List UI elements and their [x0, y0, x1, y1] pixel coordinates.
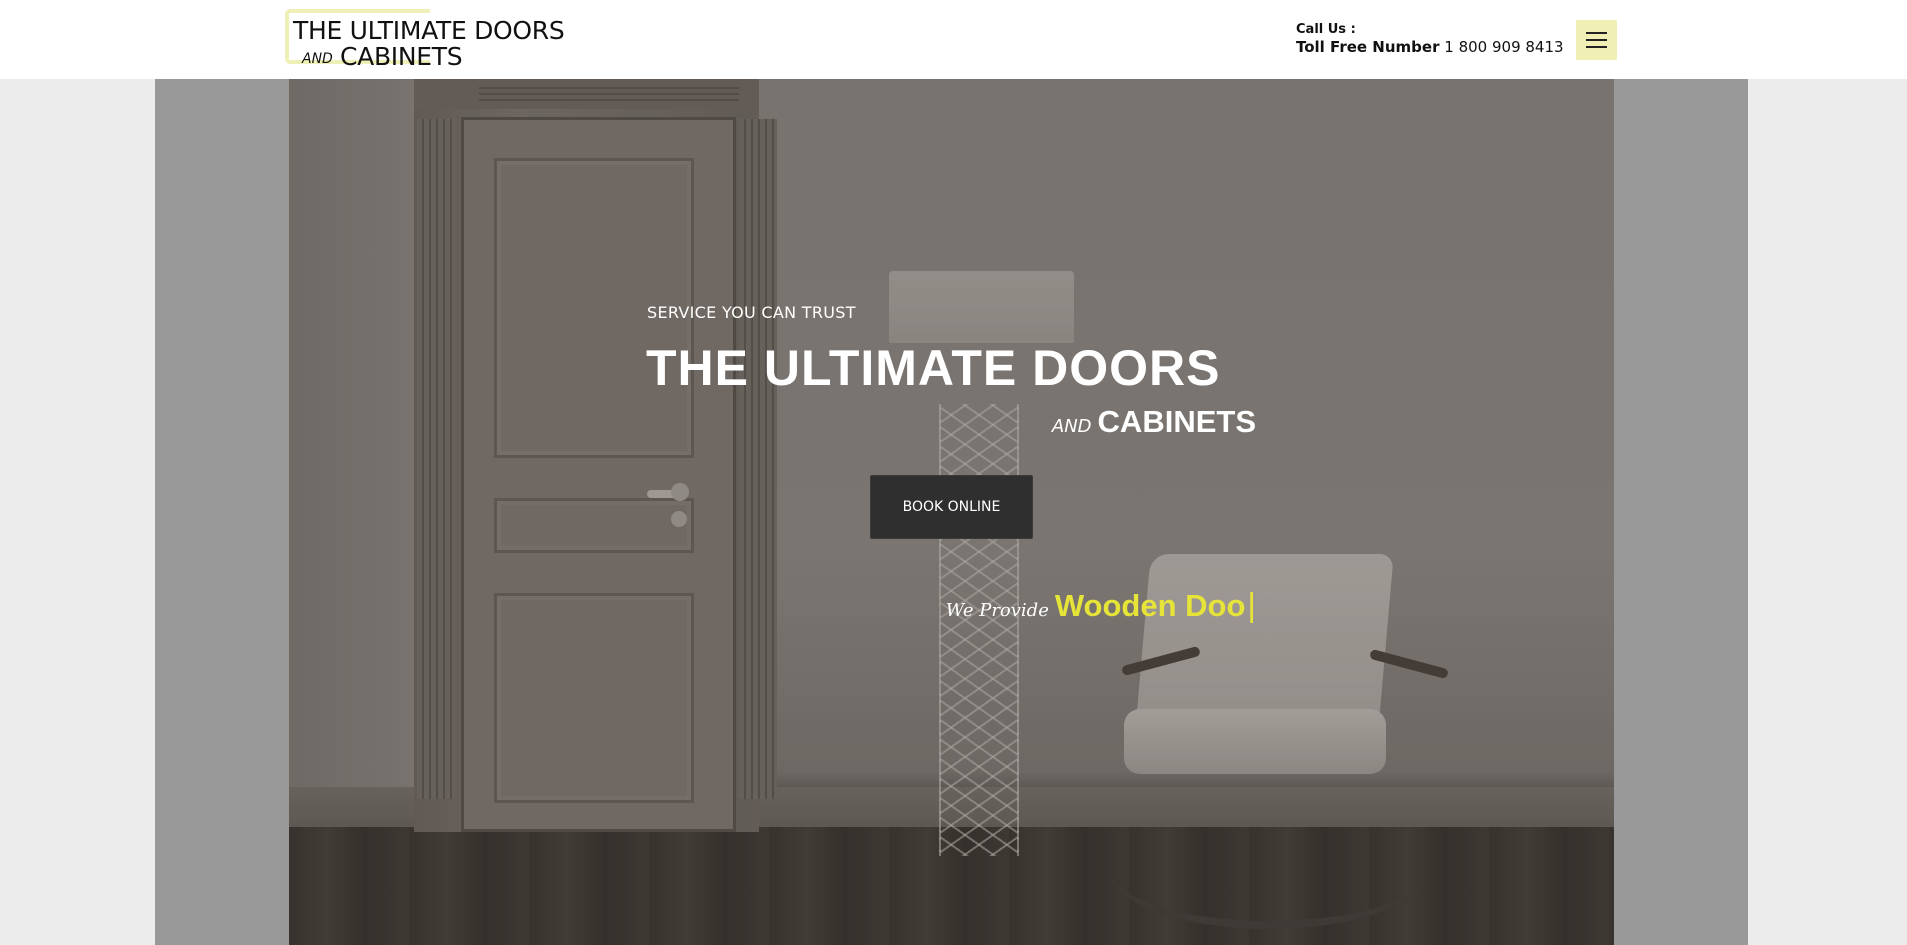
toll-free-label: Toll Free Number	[1296, 38, 1440, 56]
site-header: THE ULTIMATE DOORS AND CABINETS Call Us …	[0, 0, 1907, 79]
typed-word: Wooden Doo	[1054, 588, 1246, 623]
hero-subtitle-and: AND	[1051, 416, 1092, 437]
toll-free-line: Toll Free Number 1 800 909 8413	[1296, 38, 1564, 56]
typed-prefix: We Provide	[945, 600, 1049, 621]
typing-cursor: |	[1247, 586, 1256, 623]
call-us-label: Call Us :	[1296, 22, 1356, 37]
hero-title: THE ULTIMATE DOORS	[646, 340, 1221, 396]
contact-info: Call Us : Toll Free Number 1 800 909 841…	[1296, 22, 1564, 56]
hero-subtitle: AND CABINETS	[646, 404, 1256, 440]
logo-text-line1: THE ULTIMATE DOORS	[293, 16, 565, 45]
book-online-button[interactable]: BOOK ONLINE	[870, 475, 1033, 539]
hero-subtitle-main: CABINETS	[1097, 404, 1256, 439]
phone-number[interactable]: 1 800 909 8413	[1444, 38, 1563, 56]
logo-text-line2: CABINETS	[340, 42, 463, 71]
site-logo[interactable]: THE ULTIMATE DOORS AND CABINETS	[285, 9, 595, 71]
menu-button[interactable]	[1576, 20, 1617, 60]
hero-kicker: SERVICE YOU CAN TRUST	[647, 303, 856, 322]
logo-text-and: AND	[302, 51, 333, 67]
typed-tagline: We Provide Wooden Doo|	[646, 586, 1256, 624]
